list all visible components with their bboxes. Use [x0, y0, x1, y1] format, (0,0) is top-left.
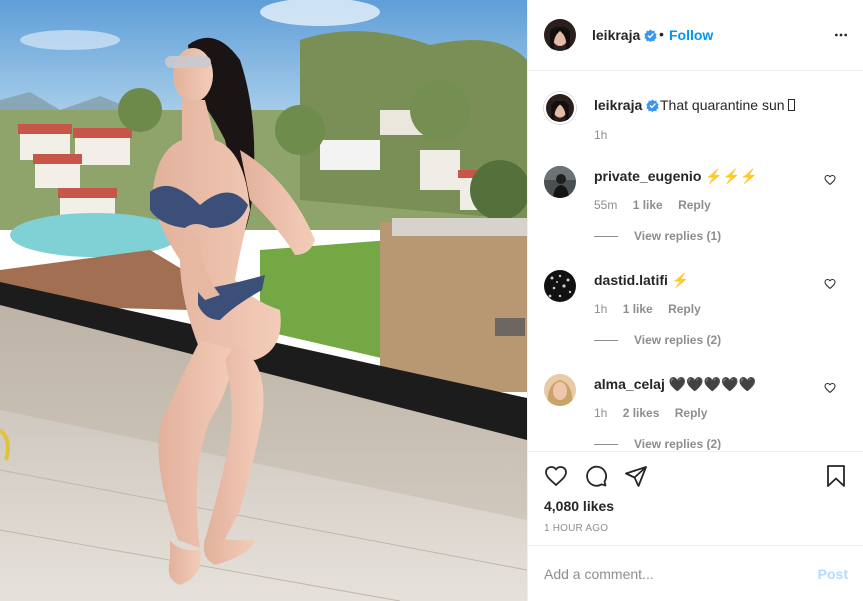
post-image	[0, 0, 527, 601]
post-comment-button[interactable]: Post	[818, 566, 848, 582]
comment-meta: 1h 1 like Reply	[594, 302, 713, 316]
commenter-avatar[interactable]	[544, 270, 576, 302]
follow-button[interactable]: Follow	[669, 27, 713, 43]
caption-username-text[interactable]: leikraja	[594, 97, 642, 113]
commenter-avatar[interactable]	[544, 374, 576, 406]
replies-divider	[594, 340, 618, 342]
view-replies-button[interactable]: View replies (1)	[594, 229, 721, 243]
caption-text: That quarantine sun	[660, 97, 796, 113]
comment-text: ⚡	[671, 272, 690, 288]
comment-meta: 55m 1 like Reply	[594, 198, 723, 212]
comment-username[interactable]: alma_celaj 🖤🖤🖤🖤🖤	[594, 376, 756, 393]
caption-text-value: That quarantine sun	[660, 97, 789, 113]
heart-icon[interactable]	[824, 174, 836, 186]
commenter-avatar[interactable]	[544, 166, 576, 198]
comment-like-count[interactable]: 1 like	[633, 198, 663, 212]
post-sidebar: leikraja • Follow leikraja That quaranti…	[527, 0, 863, 601]
view-replies-label[interactable]: View replies (1)	[634, 229, 721, 243]
add-comment-bar: Post	[528, 545, 863, 601]
view-replies-label[interactable]: View replies (2)	[634, 333, 721, 347]
comment-time[interactable]: 1h	[594, 302, 607, 316]
caption-time[interactable]: 1h	[594, 128, 607, 142]
author-username-text[interactable]: leikraja	[592, 27, 640, 43]
caption-avatar[interactable]	[544, 92, 576, 124]
comment-text: ⚡⚡⚡	[705, 168, 758, 184]
post-photo[interactable]	[0, 0, 527, 601]
comment-username-text[interactable]: dastid.latifi	[594, 272, 668, 288]
reply-button[interactable]: Reply	[678, 198, 711, 212]
comment-like-count[interactable]: 1 like	[623, 302, 653, 316]
comment-item: dastid.latifi ⚡ 1h 1 like Reply View repl…	[528, 270, 863, 374]
comment-time[interactable]: 55m	[594, 198, 617, 212]
view-replies-label[interactable]: View replies (2)	[634, 437, 721, 450]
comment-like-count[interactable]: 2 likes	[623, 406, 660, 420]
comment-time[interactable]: 1h	[594, 406, 607, 420]
more-horizontal-icon[interactable]	[834, 28, 848, 42]
comment-icon[interactable]	[584, 464, 608, 488]
heart-icon[interactable]	[824, 382, 836, 394]
view-replies-button[interactable]: View replies (2)	[594, 333, 721, 347]
header-separator: •	[659, 26, 664, 42]
view-replies-button[interactable]: View replies (2)	[594, 437, 721, 450]
author-username[interactable]: leikraja	[592, 27, 657, 43]
comments-list[interactable]: leikraja That quarantine sun 1h private_…	[528, 72, 863, 450]
comment-text: 🖤🖤🖤🖤🖤	[668, 376, 757, 392]
bookmark-icon[interactable]	[824, 464, 848, 488]
reply-button[interactable]: Reply	[668, 302, 701, 316]
comment-username[interactable]: private_eugenio ⚡⚡⚡	[594, 168, 758, 185]
like-count[interactable]: 4,080 likes	[544, 498, 614, 514]
heart-icon[interactable]	[824, 278, 836, 290]
comment-username-text[interactable]: private_eugenio	[594, 168, 701, 184]
replies-divider	[594, 236, 618, 238]
replies-divider	[594, 444, 618, 446]
caption-username[interactable]: leikraja	[594, 97, 659, 113]
comment-item: private_eugenio ⚡⚡⚡ 55m 1 like Reply View…	[528, 166, 863, 270]
comment-username[interactable]: dastid.latifi ⚡	[594, 272, 689, 289]
comment-item: alma_celaj 🖤🖤🖤🖤🖤 1h 2 likes Reply View re…	[528, 374, 863, 450]
comment-input[interactable]	[544, 564, 794, 584]
comment-meta: 1h 2 likes Reply	[594, 406, 719, 420]
post-timestamp[interactable]: 1 HOUR AGO	[544, 523, 608, 534]
author-avatar[interactable]	[544, 19, 576, 51]
share-icon[interactable]	[624, 464, 648, 488]
post-actions: 4,080 likes 1 HOUR AGO	[528, 451, 863, 541]
reply-button[interactable]: Reply	[675, 406, 708, 420]
post-header: leikraja • Follow	[528, 0, 863, 71]
emoji-placeholder-icon	[788, 99, 796, 111]
verified-badge-icon	[646, 99, 659, 112]
heart-icon[interactable]	[544, 464, 568, 488]
verified-badge-icon	[644, 29, 657, 42]
comment-username-text[interactable]: alma_celaj	[594, 376, 665, 392]
